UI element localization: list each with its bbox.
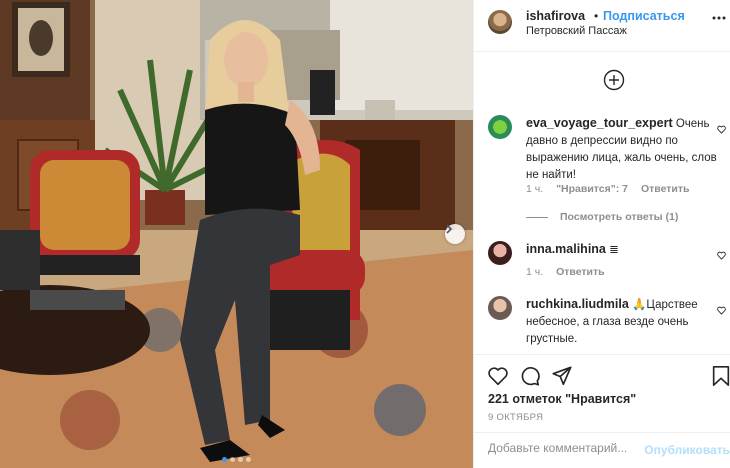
comment-body: eva_voyage_tour_expert Очень давно в деп… bbox=[526, 115, 726, 184]
heart-icon[interactable] bbox=[717, 251, 726, 260]
comment-text: ≣ bbox=[609, 244, 619, 256]
comment-icon[interactable] bbox=[519, 365, 541, 387]
comment-meta: 1 ч. "Нравится": 7 Ответить bbox=[526, 183, 699, 195]
replies-line bbox=[526, 216, 548, 218]
view-replies-button[interactable]: Посмотреть ответы (1) bbox=[526, 211, 678, 223]
comment-input[interactable] bbox=[488, 441, 638, 455]
view-replies-label: Посмотреть ответы (1) bbox=[560, 211, 679, 223]
reply-button[interactable]: Ответить bbox=[641, 183, 690, 195]
share-icon[interactable] bbox=[551, 365, 573, 387]
instagram-post: ishafirova • Подписаться Петровский Пасс… bbox=[0, 0, 730, 468]
plus-circle-icon[interactable] bbox=[603, 69, 625, 91]
post-date[interactable]: 9 ОКТЯБРЯ bbox=[488, 412, 543, 423]
more-icon bbox=[712, 16, 726, 20]
comment-body: inna.malihina ≣ bbox=[526, 241, 726, 259]
author-avatar[interactable] bbox=[488, 10, 512, 34]
commenter-avatar[interactable] bbox=[488, 115, 512, 139]
carousel-indicator bbox=[0, 457, 473, 462]
heart-icon[interactable] bbox=[717, 125, 726, 134]
comment-time[interactable]: 1 ч. bbox=[526, 183, 543, 195]
photo-illustration bbox=[0, 0, 473, 468]
chevron-right-icon bbox=[446, 224, 453, 234]
more-options-button[interactable] bbox=[712, 7, 726, 25]
post-header: ishafirova • Подписаться Петровский Пасс… bbox=[474, 0, 730, 52]
post-actions: 221 отметок "Нравится" 9 ОКТЯБРЯ bbox=[474, 354, 730, 423]
add-comment-bar: Опубликовать bbox=[474, 432, 730, 468]
carousel-dot bbox=[230, 457, 235, 462]
author-username[interactable]: ishafirova bbox=[526, 9, 585, 23]
comment-meta: 1 ч. Ответить bbox=[526, 266, 615, 278]
reply-button[interactable]: Ответить bbox=[556, 266, 605, 278]
likes-count[interactable]: 221 отметок "Нравится" bbox=[488, 392, 636, 406]
publish-button[interactable]: Опубликовать bbox=[644, 443, 730, 457]
comment-body: ruchkina.liudmila 🙏Царствее небесное, а … bbox=[526, 296, 726, 348]
heart-icon[interactable] bbox=[717, 306, 726, 315]
commenter-username[interactable]: ruchkina.liudmila bbox=[526, 297, 629, 311]
commenter-username[interactable]: eva_voyage_tour_expert bbox=[526, 116, 673, 130]
comment-likes[interactable]: "Нравится": 7 bbox=[556, 183, 628, 195]
post-photo[interactable] bbox=[0, 0, 473, 468]
carousel-dot bbox=[222, 457, 227, 462]
commenter-username[interactable]: inna.malihina bbox=[526, 242, 606, 256]
bookmark-icon[interactable] bbox=[710, 365, 730, 387]
comment-item: ruchkina.liudmila 🙏Царствее небесное, а … bbox=[488, 296, 726, 346]
comment-item: eva_voyage_tour_expert Очень давно в деп… bbox=[488, 115, 726, 225]
comment-item: inna.malihina ≣ 1 ч. Ответить bbox=[488, 241, 726, 281]
carousel-dot bbox=[246, 457, 251, 462]
commenter-avatar[interactable] bbox=[488, 241, 512, 265]
comment-time[interactable]: 1 ч. bbox=[526, 266, 543, 278]
heart-icon[interactable] bbox=[487, 365, 509, 387]
carousel-dot bbox=[238, 457, 243, 462]
post-side-panel: ishafirova • Подписаться Петровский Пасс… bbox=[473, 0, 730, 468]
next-slide-button[interactable] bbox=[445, 224, 465, 244]
commenter-avatar[interactable] bbox=[488, 296, 512, 320]
separator-dot: • bbox=[594, 9, 599, 23]
post-location[interactable]: Петровский Пассаж bbox=[526, 25, 627, 37]
follow-button[interactable]: Подписаться bbox=[603, 9, 685, 23]
